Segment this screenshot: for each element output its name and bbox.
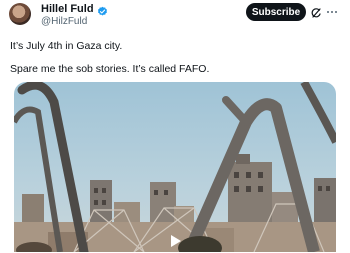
tweet-text-line-2: Spare me the sob stories. It’s called FA… — [10, 63, 210, 75]
tweet-video[interactable] — [14, 82, 336, 252]
author-display-name[interactable]: Hillel Fuld — [41, 3, 94, 15]
avatar[interactable] — [9, 3, 31, 25]
verified-badge-icon — [97, 4, 108, 15]
tweet-header: Hillel Fuld @HilzFuld Subscribe — [0, 0, 350, 30]
author-name-row[interactable]: Hillel Fuld — [41, 3, 108, 15]
play-icon[interactable] — [170, 234, 182, 248]
subscribe-button[interactable]: Subscribe — [246, 3, 306, 21]
tweet-text-line-1: It’s July 4th in Gaza city. — [10, 40, 123, 52]
author-handle[interactable]: @HilzFuld — [41, 16, 87, 27]
grok-icon[interactable] — [310, 6, 322, 18]
video-frame — [14, 82, 336, 252]
more-icon[interactable] — [326, 6, 338, 18]
